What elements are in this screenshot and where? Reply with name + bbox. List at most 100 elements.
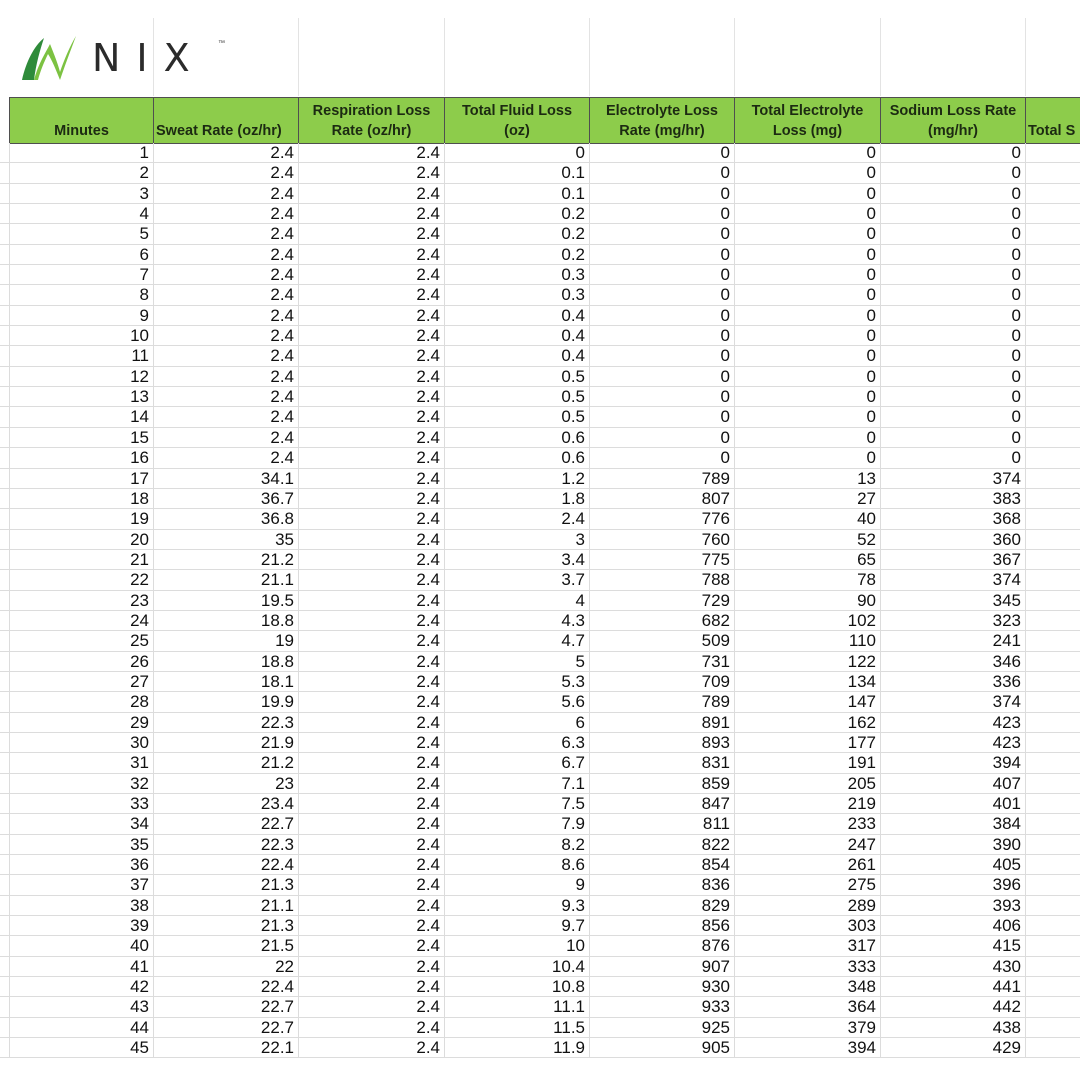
- table-cell[interactable]: 11.5: [444, 1017, 589, 1038]
- table-cell[interactable]: 35: [9, 834, 153, 855]
- table-cell[interactable]: [1025, 590, 1080, 610]
- table-cell[interactable]: [1025, 163, 1080, 183]
- table-cell[interactable]: 423: [880, 732, 1025, 753]
- table-cell[interactable]: [1025, 773, 1080, 793]
- table-cell[interactable]: 368: [880, 509, 1025, 529]
- table-cell[interactable]: [1025, 712, 1080, 732]
- table-cell[interactable]: 0: [734, 366, 880, 387]
- table-cell[interactable]: 12: [9, 366, 153, 387]
- table-cell[interactable]: 2.4: [298, 936, 444, 956]
- table-cell[interactable]: 27: [734, 488, 880, 509]
- table-cell[interactable]: [0, 285, 9, 304]
- table-cell[interactable]: [0, 997, 9, 1016]
- table-cell[interactable]: 5.3: [444, 671, 589, 692]
- table-cell[interactable]: [0, 346, 9, 365]
- table-cell[interactable]: 134: [734, 671, 880, 692]
- table-cell[interactable]: 893: [589, 732, 734, 753]
- table-cell[interactable]: 336: [880, 671, 1025, 692]
- table-cell[interactable]: 0: [880, 244, 1025, 265]
- table-cell[interactable]: [0, 407, 9, 426]
- table-cell[interactable]: 11.1: [444, 997, 589, 1017]
- table-cell[interactable]: 19: [9, 509, 153, 529]
- table-cell[interactable]: 21.5: [153, 936, 298, 956]
- table-cell[interactable]: [1025, 895, 1080, 916]
- table-cell[interactable]: 775: [589, 549, 734, 570]
- table-cell[interactable]: 2.4: [153, 346, 298, 366]
- table-cell[interactable]: 21.2: [153, 549, 298, 570]
- table-cell[interactable]: 2.4: [298, 875, 444, 895]
- table-cell[interactable]: 22: [9, 570, 153, 590]
- table-cell[interactable]: 0: [880, 265, 1025, 285]
- table-cell[interactable]: 2.4: [298, 448, 444, 468]
- table-cell[interactable]: 22.3: [153, 834, 298, 855]
- table-cell[interactable]: 5: [444, 651, 589, 671]
- table-cell[interactable]: [1025, 509, 1080, 529]
- table-cell[interactable]: 2.4: [298, 651, 444, 671]
- table-cell[interactable]: 18.8: [153, 610, 298, 631]
- table-cell[interactable]: 23: [153, 773, 298, 793]
- table-cell[interactable]: 776: [589, 509, 734, 529]
- table-cell[interactable]: [1025, 936, 1080, 956]
- table-cell[interactable]: [0, 570, 9, 589]
- table-cell[interactable]: 2.4: [298, 956, 444, 977]
- table-cell[interactable]: [1025, 204, 1080, 224]
- table-cell[interactable]: 4: [444, 590, 589, 610]
- table-cell[interactable]: 2.4: [153, 366, 298, 387]
- table-cell[interactable]: 3.4: [444, 549, 589, 570]
- table-cell[interactable]: 18.1: [153, 671, 298, 692]
- table-cell[interactable]: 3: [444, 529, 589, 549]
- table-cell[interactable]: [0, 204, 9, 223]
- table-cell[interactable]: 18: [9, 488, 153, 509]
- table-cell[interactable]: 261: [734, 855, 880, 875]
- table-cell[interactable]: [1025, 671, 1080, 692]
- table-cell[interactable]: 0: [589, 163, 734, 183]
- table-cell[interactable]: [1025, 834, 1080, 855]
- table-cell[interactable]: 0.2: [444, 204, 589, 224]
- table-cell[interactable]: 0: [880, 407, 1025, 427]
- table-cell[interactable]: 14: [9, 407, 153, 427]
- table-cell[interactable]: 0: [589, 183, 734, 204]
- table-cell[interactable]: 847: [589, 794, 734, 814]
- table-cell[interactable]: [0, 753, 9, 772]
- table-cell[interactable]: 43: [9, 997, 153, 1017]
- table-cell[interactable]: 442: [880, 997, 1025, 1017]
- table-cell[interactable]: 6: [444, 712, 589, 732]
- table-cell[interactable]: 383: [880, 488, 1025, 509]
- table-cell[interactable]: 2.4: [298, 610, 444, 631]
- table-cell[interactable]: [0, 143, 9, 162]
- table-cell[interactable]: 11.9: [444, 1038, 589, 1058]
- table-cell[interactable]: [0, 774, 9, 793]
- table-cell[interactable]: 0: [589, 285, 734, 305]
- table-cell[interactable]: 682: [589, 610, 734, 631]
- table-cell[interactable]: 859: [589, 773, 734, 793]
- table-cell[interactable]: 2.4: [298, 204, 444, 224]
- table-cell[interactable]: 9.3: [444, 895, 589, 916]
- table-cell[interactable]: 23: [9, 590, 153, 610]
- table-cell[interactable]: 110: [734, 631, 880, 651]
- table-cell[interactable]: [1025, 244, 1080, 265]
- table-cell[interactable]: 22.7: [153, 814, 298, 834]
- table-cell[interactable]: [1025, 488, 1080, 509]
- table-cell[interactable]: 430: [880, 956, 1025, 977]
- table-cell[interactable]: [1025, 468, 1080, 488]
- table-cell[interactable]: 162: [734, 712, 880, 732]
- table-cell[interactable]: 856: [589, 916, 734, 936]
- table-cell[interactable]: 22.1: [153, 1038, 298, 1058]
- table-cell[interactable]: [0, 814, 9, 833]
- table-cell[interactable]: 407: [880, 773, 1025, 793]
- table-cell[interactable]: 13: [9, 387, 153, 407]
- table-cell[interactable]: [0, 387, 9, 406]
- table-cell[interactable]: 2.4: [298, 1038, 444, 1058]
- table-cell[interactable]: 2.4: [298, 265, 444, 285]
- table-cell[interactable]: 177: [734, 732, 880, 753]
- table-cell[interactable]: 2.4: [153, 387, 298, 407]
- table-cell[interactable]: 2.4: [298, 753, 444, 773]
- table-cell[interactable]: 709: [589, 671, 734, 692]
- table-cell[interactable]: 1.8: [444, 488, 589, 509]
- table-cell[interactable]: 2.4: [298, 692, 444, 712]
- table-cell[interactable]: 2.4: [298, 590, 444, 610]
- table-cell[interactable]: [1025, 387, 1080, 407]
- table-cell[interactable]: 2.4: [153, 244, 298, 265]
- table-cell[interactable]: 42: [9, 977, 153, 997]
- table-cell[interactable]: [0, 530, 9, 549]
